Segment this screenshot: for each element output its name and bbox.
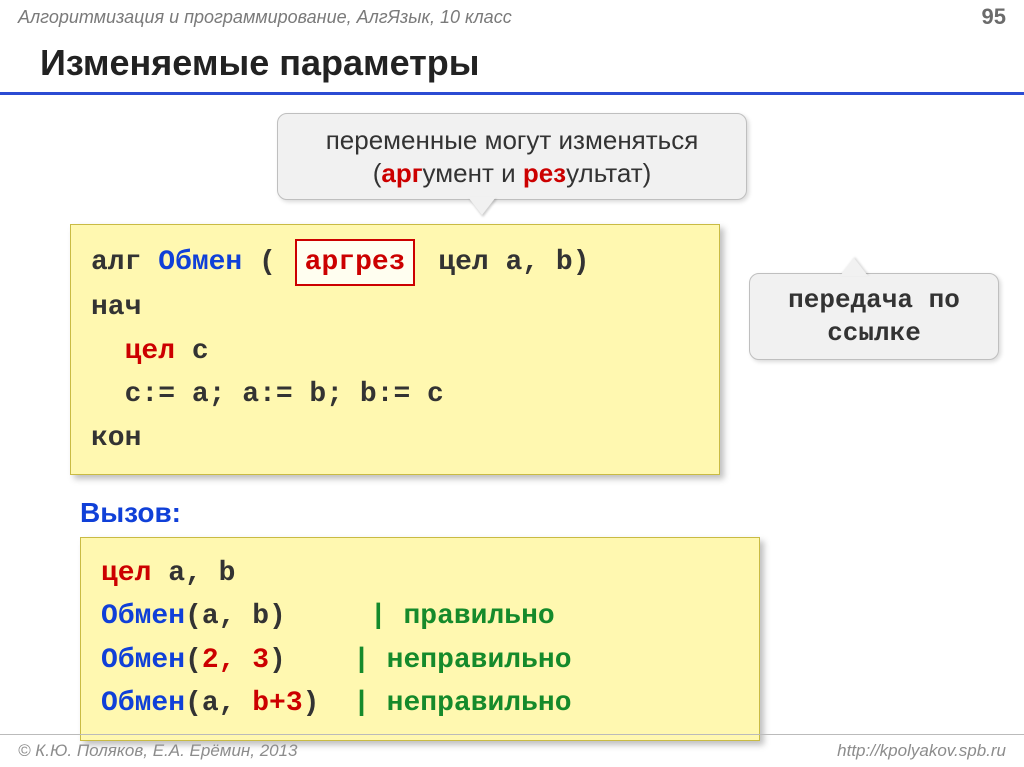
- code-line-2: нач: [91, 286, 699, 329]
- call-label: Вызов:: [80, 497, 964, 529]
- code-block-definition: алг Обмен ( аргрез цел a, b) нач цел c c…: [70, 224, 720, 475]
- callout-line2: (аргумент и результат): [302, 157, 722, 190]
- slide-footer: © К.Ю. Поляков, Е.А. Ерёмин, 2013 http:/…: [0, 734, 1024, 767]
- code-block-calls: цел a, b Обмен(a, b) | правильно Обмен(2…: [80, 537, 760, 741]
- callout-ref-line2: ссылке: [774, 317, 974, 350]
- highlight-argrez: аргрез: [295, 239, 416, 286]
- page-number: 95: [982, 4, 1006, 30]
- callout-variables: переменные могут изменяться (аргумент и …: [277, 113, 747, 200]
- call-line-3: Обмен(2, 3) | неправильно: [101, 639, 739, 682]
- code-line-3: цел c: [91, 330, 699, 373]
- callout-ref-line1: передача по: [774, 284, 974, 317]
- footer-url: http://kpolyakov.spb.ru: [837, 741, 1006, 761]
- callout-reference: передача по ссылке: [749, 273, 999, 360]
- slide-title: Изменяемые параметры: [0, 34, 1024, 95]
- code-line-4: c:= a; a:= b; b:= c: [91, 373, 699, 416]
- slide-content: переменные могут изменяться (аргумент и …: [0, 113, 1024, 741]
- subject-line: Алгоритмизация и программирование, АлгЯз…: [18, 7, 512, 28]
- call-line-4: Обмен(a, b+3) | неправильно: [101, 682, 739, 725]
- slide-header: Алгоритмизация и программирование, АлгЯз…: [0, 0, 1024, 34]
- call-line-2: Обмен(a, b) | правильно: [101, 595, 739, 638]
- call-line-1: цел a, b: [101, 552, 739, 595]
- callout-line1: переменные могут изменяться: [302, 124, 722, 157]
- footer-copyright: © К.Ю. Поляков, Е.А. Ерёмин, 2013: [18, 741, 298, 761]
- code-line-5: кон: [91, 417, 699, 460]
- code-line-1: алг Обмен ( аргрез цел a, b): [91, 239, 699, 286]
